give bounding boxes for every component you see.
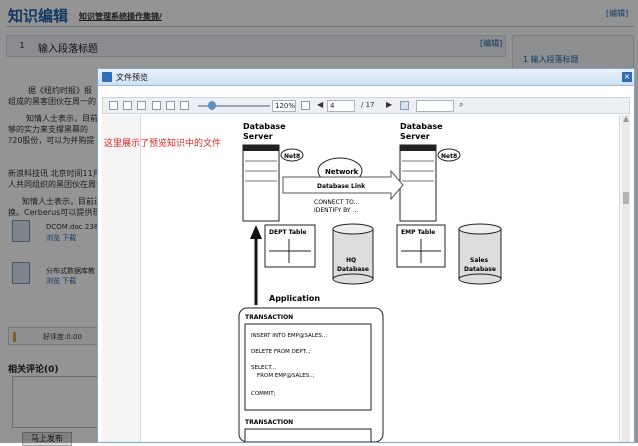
- dept-table-label: DEPT Table: [269, 229, 306, 236]
- server-left-top: [243, 145, 279, 151]
- previous-page-icon[interactable]: ◀: [317, 100, 323, 109]
- application-arrow-head: [250, 225, 262, 239]
- viewer-toolbar: 120% ◀ 4 / 17 ▶ ⌕: [102, 97, 630, 114]
- page-total: / 17: [361, 101, 375, 109]
- sql-line-4: FROM EMP@SALES..;: [257, 373, 315, 379]
- scroll-up-icon[interactable]: [623, 116, 629, 122]
- hq-db-bottom: [332, 273, 374, 285]
- dialog-title: 文件预览: [116, 73, 148, 82]
- fit-width-icon[interactable]: [152, 101, 161, 110]
- distributed-database-diagram: Database Server Database Server Net8 Net…: [238, 122, 502, 443]
- sales-db-label2: Database: [464, 266, 496, 273]
- sql-line-5: COMMIT;: [251, 391, 276, 397]
- document-page: Database Server Database Server Net8 Net…: [140, 115, 620, 443]
- file-preview-dialog: 文件预览 × 120% ◀ 4 / 17 ▶ ⌕ Database Server…: [97, 68, 635, 443]
- sql-line-1: INSERT INTO EMP@SALES..;: [251, 333, 327, 339]
- fit-height-icon[interactable]: [166, 101, 175, 110]
- identify-by-label: IDENTIFY BY ...: [314, 207, 358, 214]
- connect-to-label: CONNECT TO...: [314, 199, 359, 206]
- hand-tool-icon[interactable]: [400, 101, 409, 110]
- scroll-thumb[interactable]: [623, 192, 629, 204]
- net8-right-label: Net8: [441, 153, 457, 160]
- server-left-label2: Server: [243, 132, 273, 141]
- dialog-titlebar[interactable]: 文件预览 ×: [98, 69, 634, 86]
- network-label: Network: [325, 168, 359, 176]
- server-left-box: [242, 144, 280, 222]
- sql-line-3: SELECT...: [251, 365, 277, 371]
- sales-db-bottom: [458, 273, 502, 285]
- application-label: Application: [269, 294, 320, 303]
- preview-area: Database Server Database Server Net8 Net…: [102, 115, 630, 443]
- zoom-slider-handle[interactable]: [208, 101, 216, 110]
- search-input[interactable]: [416, 100, 454, 112]
- sql-line-2: DELETE FROM DEPT..;: [251, 349, 311, 355]
- single-page-icon[interactable]: [109, 101, 118, 110]
- sales-db-label1: Sales: [470, 257, 488, 264]
- sales-db-top: [458, 223, 502, 235]
- transaction1-label: TRANSACTION: [245, 314, 293, 321]
- page-number-input[interactable]: 4: [327, 100, 355, 112]
- transaction2-box: [244, 428, 372, 443]
- close-button[interactable]: ×: [622, 72, 632, 82]
- fullscreen-icon[interactable]: [301, 101, 310, 110]
- search-icon[interactable]: ⌕: [459, 100, 463, 110]
- grid-view-icon[interactable]: [137, 101, 146, 110]
- hq-db-top: [332, 223, 374, 235]
- server-left-label: Database: [243, 122, 286, 131]
- preview-icon: [102, 72, 112, 82]
- net8-left-label: Net8: [284, 153, 300, 160]
- server-right-top: [400, 145, 436, 151]
- next-page-icon[interactable]: ▶: [386, 100, 392, 109]
- emp-table-label: EMP Table: [401, 229, 435, 236]
- print-icon[interactable]: [180, 101, 189, 110]
- hq-db-label1: HQ: [346, 257, 356, 264]
- two-page-icon[interactable]: [123, 101, 132, 110]
- zoom-level[interactable]: 120%: [272, 100, 296, 112]
- hq-db-label2: Database: [337, 266, 369, 273]
- preview-note: 这里展示了预览知识中的文件: [104, 139, 222, 149]
- database-link-label: Database Link: [317, 183, 366, 190]
- server-right-box: [399, 144, 437, 222]
- vertical-scrollbar[interactable]: [622, 115, 630, 442]
- server-right-label2: Server: [400, 132, 430, 141]
- server-right-label: Database: [400, 122, 443, 131]
- transaction2-label: TRANSACTION: [245, 419, 293, 426]
